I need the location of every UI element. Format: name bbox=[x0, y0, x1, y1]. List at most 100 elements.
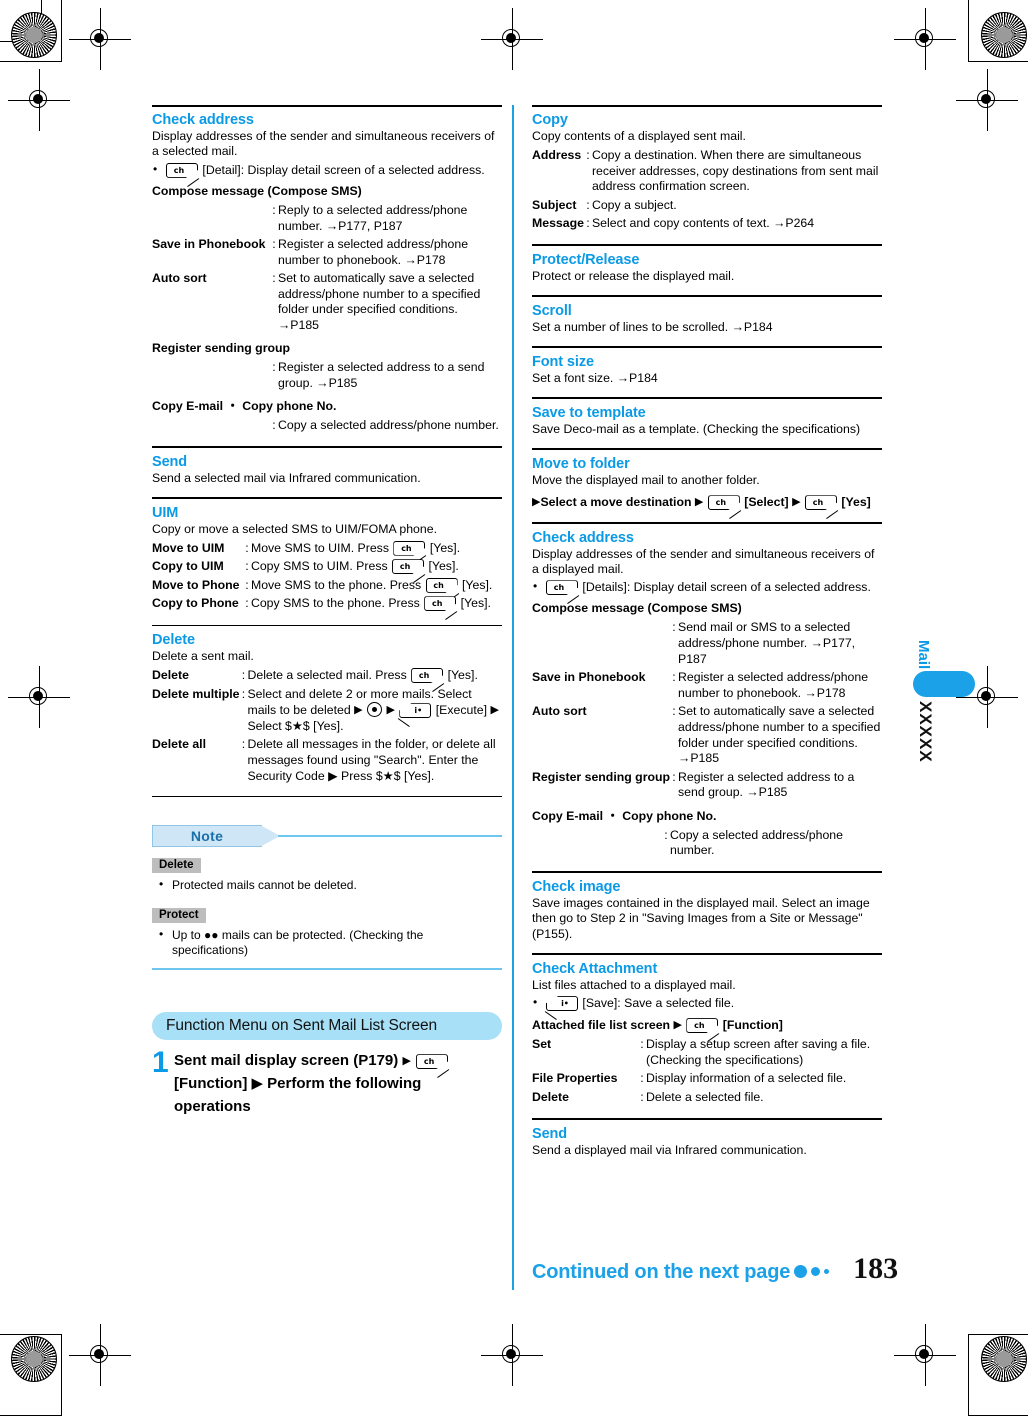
colon: : bbox=[586, 197, 590, 212]
section-heading-send: Send bbox=[152, 453, 188, 470]
colon: : bbox=[640, 1037, 644, 1052]
colon: : bbox=[640, 1071, 644, 1086]
colon: : bbox=[672, 670, 676, 685]
note-group-protect: Protect Up to ●● mails can be protected.… bbox=[152, 899, 502, 958]
definition-text-tail: [Yes]. bbox=[462, 577, 493, 592]
definition: Select and copy contents of text. →P264 bbox=[591, 216, 815, 231]
procedure-step: 1 Sent mail display screen (P179) ▶ ch [… bbox=[152, 1048, 502, 1118]
definition-text: Move SMS to UIM. Press bbox=[250, 540, 389, 555]
definition-text: Delete a selected mail. Press bbox=[247, 668, 407, 682]
function-key-icon: ch bbox=[686, 1018, 720, 1043]
term: File Properties bbox=[532, 1071, 618, 1086]
colon: : bbox=[640, 1089, 644, 1104]
colon: : bbox=[245, 540, 249, 555]
list-item: Up to ●● mails can be protected. (Checki… bbox=[152, 927, 502, 958]
arrow-icon: ▶ bbox=[490, 703, 499, 717]
divider-rule bbox=[532, 871, 882, 873]
colon: : bbox=[272, 271, 276, 286]
definition-text: Copy SMS to UIM. Press bbox=[250, 559, 388, 574]
arrow-icon: ▶ bbox=[673, 1018, 682, 1032]
continued-label: Continued on the next page bbox=[532, 1261, 791, 1283]
colon: : bbox=[272, 418, 276, 433]
colon: : bbox=[672, 704, 676, 719]
page-number: 183 bbox=[853, 1252, 899, 1285]
subheading-compose-message-right: Compose message (Compose SMS) bbox=[532, 601, 742, 616]
term: Delete multiple bbox=[152, 686, 240, 701]
colon: : bbox=[672, 620, 676, 635]
colon: : bbox=[672, 769, 676, 784]
term: Move to UIM bbox=[152, 540, 225, 555]
divider-rule bbox=[532, 953, 882, 955]
function-key-icon: ch bbox=[392, 559, 426, 584]
arrow-icon: ▶ bbox=[792, 495, 801, 509]
list-item: i• [Save]: Save a selected file. bbox=[532, 994, 882, 1021]
chapter-tab-pill bbox=[913, 671, 975, 698]
divider-rule bbox=[532, 521, 882, 524]
step-text: Sent mail display screen (P179) ▶ ch [Fu… bbox=[174, 1049, 502, 1118]
section-heading-delete: Delete bbox=[152, 632, 195, 649]
continued-dots-icon bbox=[794, 1265, 830, 1278]
page-footer: Continued on the next page 183 bbox=[532, 1252, 952, 1286]
colon: : bbox=[664, 827, 668, 842]
table-row: : Copy a selected address/phone number. bbox=[152, 417, 502, 436]
save-key-icon: i• bbox=[544, 996, 578, 1021]
table-row: Auto sort : Set to automatically save a … bbox=[532, 703, 882, 768]
note-block: Note Delete Protected mails cannot be de… bbox=[152, 824, 502, 971]
table-row: Copy to Phone : Copy SMS to the phone. P… bbox=[152, 595, 502, 621]
subheading-register-sending-group: Register sending group bbox=[152, 341, 291, 356]
definition: Register a selected address/phone number… bbox=[278, 237, 469, 267]
section-desc-check-address: Display addresses of the sender and simu… bbox=[152, 129, 495, 159]
divider-rule bbox=[532, 448, 882, 450]
arrow-icon: ▶ bbox=[694, 495, 704, 509]
note-badge-protect: Protect bbox=[152, 907, 206, 923]
table-row: Move to Phone : Move SMS to the phone. P… bbox=[152, 576, 502, 602]
section-desc-copy: Copy contents of a displayed sent mail. bbox=[532, 129, 746, 143]
colon: : bbox=[241, 737, 246, 752]
table-row: Move to UIM : Move SMS to UIM. Press ch … bbox=[152, 539, 502, 565]
note-header: Note bbox=[152, 824, 502, 849]
term: Message bbox=[532, 216, 584, 231]
table-row: : Reply to a selected address/phone numb… bbox=[152, 201, 502, 235]
term: Copy to Phone bbox=[152, 596, 239, 611]
subheading-copy-email: Copy E-mail ・ Copy phone No. bbox=[152, 398, 337, 413]
definition-list-attachment: Set : Display a setup screen after savin… bbox=[532, 1036, 882, 1107]
note-tag: Note bbox=[152, 824, 262, 847]
definition-list-copy-email: : Copy a selected address/phone number. bbox=[152, 417, 502, 436]
definition: Register a selected address to a send gr… bbox=[278, 360, 485, 390]
bullet-list-check-address: ch [Detail]: Display detail screen of a … bbox=[152, 161, 502, 187]
term: Delete bbox=[152, 668, 189, 682]
section-desc-send-right: Send a displayed mail via Infrared commu… bbox=[532, 1142, 807, 1157]
term: Copy to UIM bbox=[152, 559, 224, 574]
term: Address bbox=[532, 147, 582, 162]
section-desc-delete: Delete a sent mail. bbox=[152, 649, 254, 664]
function-menu-banner: Function Menu on Sent Mail List Screen bbox=[152, 1012, 502, 1041]
function-key-icon: ch bbox=[804, 495, 839, 520]
definition: Delete all messages in the folder, or de… bbox=[247, 737, 496, 783]
definition: Send mail or SMS to a selected address/p… bbox=[678, 620, 856, 666]
colon: : bbox=[245, 577, 249, 592]
definition-list-delete: Delete : Delete a selected mail. Press c… bbox=[152, 667, 502, 786]
note-items-delete: Protected mails cannot be deleted. bbox=[152, 877, 502, 893]
center-select-key-icon bbox=[367, 702, 383, 718]
term bbox=[152, 359, 270, 393]
section-desc-check-attachment: List files attached to a displayed mail. bbox=[532, 977, 736, 992]
table-row: Register sending group : Register a sele… bbox=[532, 768, 882, 802]
bullet-text: [Save]: Save a selected file. bbox=[582, 996, 735, 1011]
subheading-compose-message: Compose message (Compose SMS) bbox=[152, 183, 362, 198]
definition-text-tail: [Yes]. bbox=[429, 540, 461, 555]
colon: : bbox=[586, 147, 590, 162]
section-heading-check-attachment: Check Attachment bbox=[532, 960, 658, 977]
colon: : bbox=[586, 216, 590, 231]
section-desc-protect-release: Protect or release the displayed mail. bbox=[532, 268, 735, 283]
definition: Reply to a selected address/phone number… bbox=[278, 202, 468, 233]
note-label: Note bbox=[190, 827, 224, 844]
operation-line-attached-file: Attached file list screen ▶ ch [Function… bbox=[532, 1017, 882, 1043]
section-heading-check-address-right: Check address bbox=[532, 529, 634, 546]
bullet-text: [Detail]: Display detail screen of a sel… bbox=[202, 162, 485, 177]
section-desc-move-to-folder: Move the displayed mail to another folde… bbox=[532, 472, 760, 487]
divider-rule bbox=[532, 346, 882, 348]
definition-list-uim: Move to UIM : Move SMS to UIM. Press ch … bbox=[152, 539, 502, 621]
function-key-icon: ch bbox=[166, 162, 200, 187]
bullet-text: [Details]: Display detail screen of a se… bbox=[582, 580, 871, 595]
divider-rule bbox=[532, 1118, 882, 1120]
